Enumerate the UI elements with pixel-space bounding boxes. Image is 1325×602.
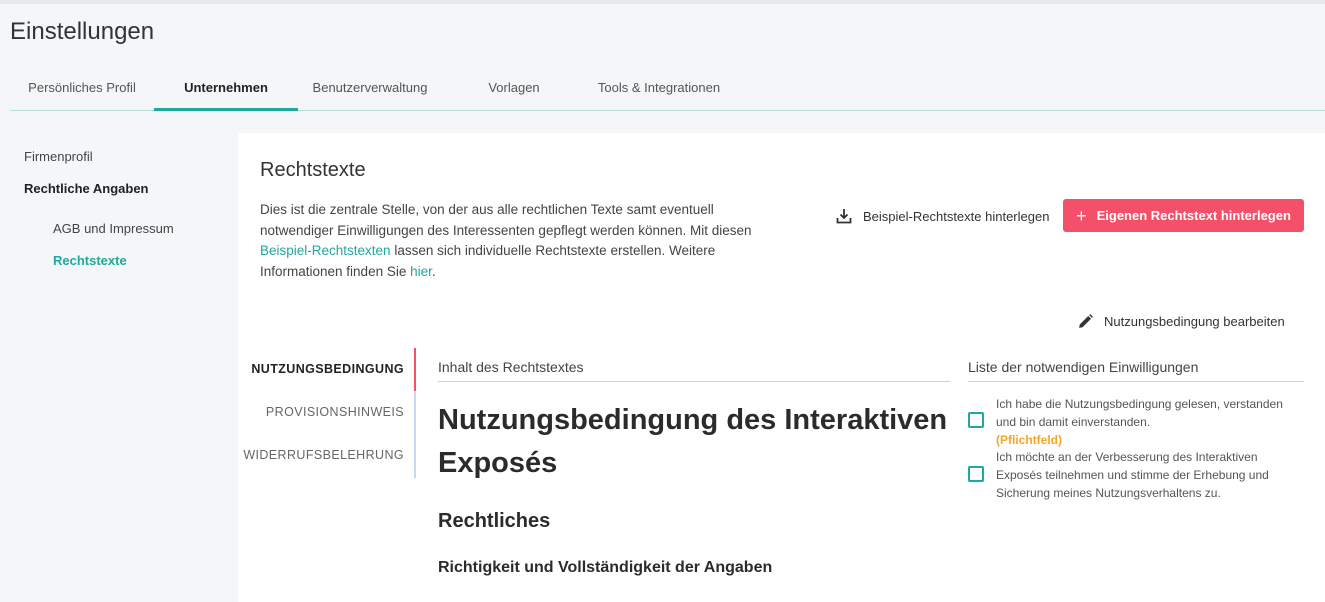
- doc-tab-widerrufsbelehrung[interactable]: WIDERRUFSBELEHRUNG: [243, 448, 404, 462]
- download-icon: [836, 209, 852, 224]
- doc-tab-nutzungsbedingung[interactable]: NUTZUNGSBEDINGUNG: [251, 362, 404, 376]
- section-title: Rechtstexte: [260, 159, 366, 181]
- consent-checkbox-terms[interactable]: [968, 412, 984, 428]
- tab-persoenliches-profil[interactable]: Persönliches Profil: [10, 66, 154, 111]
- section-description: Dies ist die zentrale Stelle, von der au…: [260, 200, 760, 282]
- consent-text-terms: Ich habe die Nutzungsbedingung gelesen, …: [996, 397, 1283, 429]
- tab-benutzerverwaltung[interactable]: Benutzerverwaltung: [298, 66, 442, 111]
- consent-item: Ich habe die Nutzungsbedingung gelesen, …: [968, 395, 1304, 447]
- tab-tools-integrationen[interactable]: Tools & Integrationen: [586, 66, 732, 111]
- required-badge: (Pflichtfeld): [996, 433, 1062, 447]
- legal-text-tabs: NUTZUNGSBEDINGUNG PROVISIONSHINWEIS WIDE…: [238, 347, 416, 479]
- sidebar-item-rechtstexte[interactable]: Rechtstexte: [53, 253, 127, 268]
- consent-checkbox-tracking[interactable]: [968, 466, 984, 482]
- tab-vorlagen[interactable]: Vorlagen: [442, 66, 586, 111]
- add-own-legal-text-button[interactable]: + Eigenen Rechtstext hinterlegen: [1063, 199, 1304, 232]
- sidebar-item-agb-impressum[interactable]: AGB und Impressum: [53, 221, 174, 236]
- edit-terms-button[interactable]: Nutzungsbedingung bearbeiten: [1077, 310, 1285, 332]
- plus-icon: +: [1076, 205, 1087, 226]
- more-info-link[interactable]: hier: [410, 264, 432, 279]
- main-panel: Rechtstexte Dies ist die zentrale Stelle…: [238, 133, 1325, 602]
- tab-unternehmen[interactable]: Unternehmen: [154, 66, 298, 111]
- sidebar-item-firmenprofil[interactable]: Firmenprofil: [24, 149, 93, 164]
- sample-texts-button[interactable]: Beispiel-Rechtstexte hinterlegen: [836, 205, 1049, 227]
- pencil-icon: [1079, 313, 1093, 328]
- top-border: [0, 0, 1325, 4]
- sidebar-item-rechtliche-angaben[interactable]: Rechtliche Angaben: [24, 181, 148, 196]
- consents-header: Liste der notwendigen Einwilligungen: [968, 359, 1304, 382]
- sample-texts-button-label: Beispiel-Rechtstexte hinterlegen: [863, 208, 1050, 224]
- doc-tab-provisionshinweis[interactable]: PROVISIONSHINWEIS: [266, 405, 404, 419]
- edit-terms-label: Nutzungsbedingung bearbeiten: [1104, 313, 1285, 329]
- content-header: Inhalt des Rechtstextes: [438, 359, 950, 382]
- settings-tabs: Persönliches Profil Unternehmen Benutzer…: [10, 66, 1325, 111]
- consent-text: Ich habe die Nutzungsbedingung gelesen, …: [996, 395, 1296, 449]
- add-own-legal-text-label: Eigenen Rechtstext hinterlegen: [1096, 208, 1291, 223]
- document-subheading: Rechtliches: [438, 510, 551, 532]
- document-heading: Nutzungsbedingung des Interaktiven Expos…: [438, 404, 948, 479]
- document-section-heading: Richtigkeit und Vollständigkeit der Anga…: [438, 559, 773, 576]
- sample-texts-link[interactable]: Beispiel-Rechtstexten: [260, 243, 391, 258]
- consent-item: Ich möchte an der Verbesserung des Inter…: [968, 448, 1304, 502]
- page-title: Einstellungen: [10, 18, 155, 45]
- desc-text-3: .: [431, 263, 436, 279]
- desc-text-1: Dies ist die zentrale Stelle, von der au…: [260, 202, 752, 238]
- active-tab-indicator: [414, 348, 416, 391]
- consent-text-tracking: Ich möchte an der Verbesserung des Inter…: [996, 450, 1269, 500]
